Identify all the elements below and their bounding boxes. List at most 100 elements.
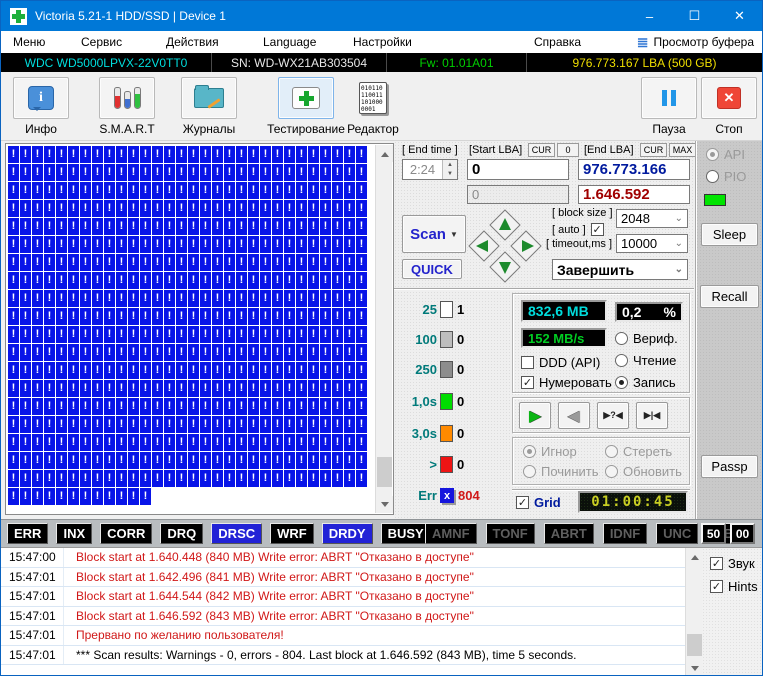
scan-block: ! [68, 146, 79, 163]
mode-write[interactable]: Запись [615, 375, 676, 390]
map-scrollbar[interactable] [375, 145, 392, 513]
maximize-button[interactable]: ☐ [672, 1, 717, 31]
ddd-checkbox[interactable] [521, 356, 534, 369]
start-lba-zero-button[interactable]: 0 [557, 143, 579, 157]
seek-button[interactable]: ▶?◀ [597, 402, 629, 429]
scan-block: ! [188, 416, 199, 433]
end-lba-cur-button[interactable]: CUR [640, 143, 667, 157]
timeout-select[interactable]: 10000⌄ [616, 234, 688, 253]
scan-block: ! [272, 380, 283, 397]
repair-radio[interactable] [523, 465, 536, 478]
numerate-option[interactable]: ✓ Нумеровать [521, 375, 612, 390]
numerate-checkbox[interactable]: ✓ [521, 376, 534, 389]
log-row[interactable]: 15:47:01Прервано по желанию пользователя… [1, 626, 685, 646]
end-lba-input[interactable]: 976.773.166 [578, 159, 690, 180]
erase-radio[interactable] [605, 445, 618, 458]
pio-radio[interactable] [706, 170, 719, 183]
scan-block: ! [332, 326, 343, 343]
end-lba-max-button[interactable]: MAX [669, 143, 696, 157]
mode-verify[interactable]: Вериф. [615, 331, 678, 346]
legend-label: 1,0s [394, 394, 440, 409]
end-action-select[interactable]: Завершить⌄ [552, 259, 688, 280]
log-row[interactable]: 15:47:01Block start at 1.642.496 (841 MB… [1, 568, 685, 588]
log-row[interactable]: 15:47:01*** Scan results: Warnings - 0, … [1, 646, 685, 666]
end-time-spin-icons[interactable]: ▲▼ [442, 160, 457, 179]
sleep-button[interactable]: Sleep [701, 223, 758, 246]
buffer-view-button[interactable]: ≣ Просмотр буфера [637, 31, 754, 53]
auto-checkbox[interactable]: ✓ [591, 223, 604, 236]
api-radio[interactable] [706, 148, 719, 161]
hints-option[interactable]: ✓ Hints [710, 579, 758, 594]
play-button[interactable]: ▶ [519, 402, 551, 429]
scan-block: ! [152, 182, 163, 199]
sound-checkbox[interactable]: ✓ [710, 557, 723, 570]
recall-button[interactable]: Recall [700, 285, 759, 308]
api-option[interactable]: API [706, 147, 745, 162]
stop-button[interactable]: ✕ Стоп [703, 77, 755, 136]
scan-block: ! [152, 344, 163, 361]
quick-button[interactable]: QUICK [402, 259, 462, 279]
to-end-button[interactable]: ▶|◀ [636, 402, 668, 429]
map-scroll-down-icon[interactable] [376, 496, 393, 513]
menu-item-2[interactable]: Сервис [81, 31, 122, 53]
end-time-spinner[interactable]: 2:24 ▲▼ [402, 159, 458, 180]
editor-button[interactable]: 010110 110011 101000 0001 Редактор [335, 77, 411, 136]
scan-block: ! [296, 146, 307, 163]
log-scroll-thumb[interactable] [687, 634, 702, 656]
info-button[interactable]: i Инфо [9, 77, 73, 136]
grid-checkbox[interactable]: ✓ [516, 496, 529, 509]
log-row[interactable]: 15:47:01Block start at 1.646.592 (843 MB… [1, 607, 685, 627]
percent-display: 0,2 % [615, 302, 683, 322]
write-radio[interactable] [615, 376, 628, 389]
read-radio[interactable] [615, 354, 628, 367]
menu-item-1[interactable]: Меню [13, 31, 45, 53]
log-scroll-up-icon[interactable] [686, 548, 703, 565]
block-size-select[interactable]: 2048⌄ [616, 209, 688, 228]
ddd-api-option[interactable]: DDD (API) [521, 355, 600, 370]
head-position-control[interactable] [468, 207, 542, 283]
pause-button[interactable]: Пауза [641, 77, 697, 136]
menu-item-4[interactable]: Language [263, 31, 316, 53]
legend-label: > [394, 457, 440, 472]
err-count: 804 [454, 488, 480, 503]
mode-read[interactable]: Чтение [615, 353, 676, 368]
scan-button[interactable]: Scan ▼ [402, 215, 466, 253]
menu-item-6[interactable]: Справка [534, 31, 581, 53]
scan-block: ! [260, 308, 271, 325]
scan-block: ! [92, 254, 103, 271]
refresh-radio[interactable] [605, 465, 618, 478]
scan-block: ! [308, 164, 319, 181]
scan-block: ! [128, 200, 139, 217]
map-scroll-up-icon[interactable] [376, 145, 393, 162]
remap-erase[interactable]: Стереть [605, 444, 672, 459]
scan-block: ! [20, 164, 31, 181]
scan-block: ! [272, 164, 283, 181]
log-scroll-down-icon[interactable] [686, 660, 703, 676]
verify-radio[interactable] [615, 332, 628, 345]
smart-button[interactable]: S.M.A.R.T [85, 77, 169, 136]
ignore-radio[interactable] [523, 445, 536, 458]
journals-button[interactable]: Журналы [169, 77, 249, 136]
sound-option[interactable]: ✓ Звук [710, 556, 755, 571]
scan-block: ! [116, 290, 127, 307]
start-lba-input[interactable]: 0 [467, 159, 569, 180]
back-button[interactable]: ◀ [558, 402, 590, 429]
menu-item-3[interactable]: Действия [166, 31, 219, 53]
log-row[interactable]: 15:47:01Block start at 1.644.544 (842 MB… [1, 587, 685, 607]
log-row[interactable]: 15:47:00Block start at 1.640.448 (840 MB… [1, 548, 685, 568]
grid-toggle[interactable]: ✓ Grid [516, 495, 561, 510]
map-scroll-thumb[interactable] [377, 457, 392, 487]
minimize-button[interactable]: – [627, 1, 672, 31]
pio-option[interactable]: PIO [706, 169, 746, 184]
remap-repair[interactable]: Починить [523, 464, 599, 479]
remap-refresh[interactable]: Обновить [605, 464, 682, 479]
close-button[interactable]: ✕ [717, 1, 762, 31]
passp-button[interactable]: Passp [701, 455, 758, 478]
scan-block: ! [92, 200, 103, 217]
remap-ignore[interactable]: Игнор [523, 444, 577, 459]
hints-checkbox[interactable]: ✓ [710, 580, 723, 593]
log-scrollbar[interactable] [685, 548, 702, 676]
start-lba-cur-button[interactable]: CUR [528, 143, 555, 157]
menu-item-5[interactable]: Настройки [353, 31, 412, 53]
scan-block: ! [140, 326, 151, 343]
